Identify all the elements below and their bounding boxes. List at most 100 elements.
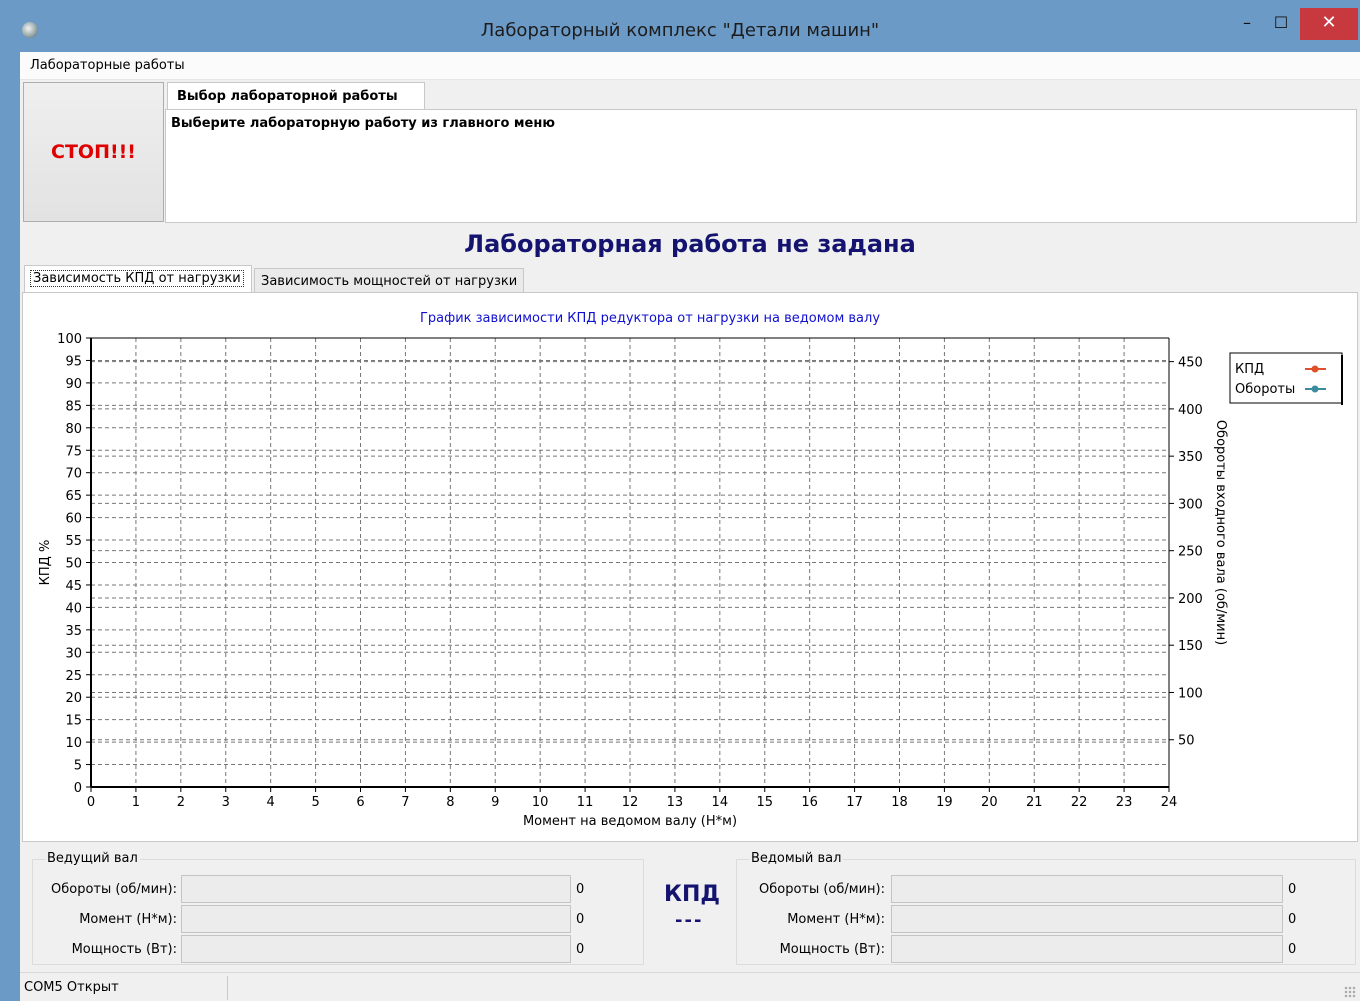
legend-marker [1311,385,1319,393]
y-tick-label: 40 [65,601,82,616]
y2-tick-label: 450 [1178,356,1203,371]
y-tick-label: 5 [74,759,82,774]
y-tick-label: 70 [65,467,82,482]
status-bar: COM5 Открыт [20,972,1360,1001]
y-tick-label: 35 [65,624,82,639]
lab-instruction-text: Выберите лабораторную работу из главного… [171,116,555,131]
menu-bar: Лабораторные работы [20,52,1360,80]
y-tick-label: 20 [65,691,82,706]
y-tick-label: 75 [65,444,82,459]
x-tick-label: 18 [891,795,908,810]
efficiency-chart[interactable]: График зависимости КПД редуктора от нагр… [23,293,1359,843]
driven-power-label: Мощность (Вт): [779,942,885,957]
legend-label: КПД [1235,362,1264,377]
client-area: Лабораторные работы СТОП!!! Выбор лабора… [20,52,1360,1001]
driven-shaft-title: Ведомый вал [749,851,844,866]
y-tick-label: 60 [65,512,82,527]
tab-efficiency-vs-load[interactable]: Зависимость КПД от нагрузки [24,265,252,293]
x-tick-label: 24 [1161,795,1178,810]
lab-status-heading: Лабораторная работа не задана [464,230,916,258]
y-tick-label: 30 [65,646,82,661]
drive-shaft-title: Ведущий вал [45,851,140,866]
x-tick-label: 16 [801,795,818,810]
drive-torque-field [181,905,571,933]
x-tick-label: 21 [1026,795,1043,810]
x-tick-label: 15 [756,795,773,810]
y2-tick-label: 300 [1178,497,1203,512]
x-tick-label: 6 [356,795,364,810]
port-status: COM5 Открыт [24,980,119,995]
driven-torque-value: 0 [1288,912,1297,927]
y-tick-label: 90 [65,377,82,392]
x-tick-label: 4 [267,795,275,810]
y-tick-label: 95 [65,354,82,369]
driven-power-field [891,935,1283,963]
drive-speed-label: Обороты (об/мин): [50,882,177,897]
y2-tick-label: 250 [1178,545,1203,560]
y-axis-label: КПД % [38,540,53,586]
driven-speed-label: Обороты (об/мин): [758,882,885,897]
y-tick-label: 85 [65,399,82,414]
y2-tick-label: 350 [1178,450,1203,465]
drive-torque-label: Момент (Н*м): [79,912,177,927]
tab-efficiency-label: Зависимость КПД от нагрузки [30,270,244,287]
y-tick-label: 50 [65,557,82,572]
y-tick-label: 45 [65,579,82,594]
title-bar[interactable]: Лабораторный комплекс "Детали машин" – ☐… [0,0,1360,52]
driven-shaft-group: Ведомый вал Обороты (об/мин): 0 Момент (… [736,851,1356,965]
y2-tick-label: 50 [1178,734,1195,749]
x-tick-label: 2 [177,795,185,810]
tab-power-vs-load[interactable]: Зависимость мощностей от нагрузки [254,268,524,293]
chart-panel: График зависимости КПД редуктора от нагр… [22,292,1358,842]
x-tick-label: 22 [1071,795,1088,810]
x-tick-label: 9 [491,795,499,810]
x-tick-label: 23 [1116,795,1133,810]
y-tick-label: 65 [65,489,82,504]
efficiency-label: КПД [664,882,720,907]
driven-power-value: 0 [1288,942,1297,957]
y-tick-label: 100 [57,332,82,347]
drive-power-value: 0 [576,942,585,957]
driven-speed-value: 0 [1288,882,1297,897]
menu-lab-works[interactable]: Лабораторные работы [30,58,185,73]
x-tick-label: 3 [222,795,230,810]
x-tick-label: 8 [446,795,454,810]
x-tick-label: 1 [132,795,140,810]
y2-axis-label: Обороты входного вала (об/мин) [1213,420,1228,645]
x-tick-label: 11 [577,795,594,810]
legend-label: Обороты [1235,382,1295,397]
minimize-button[interactable]: – [1232,10,1262,38]
y-tick-label: 55 [65,534,82,549]
tab-lab-selection[interactable]: Выбор лабораторной работы [167,82,425,110]
y2-tick-label: 100 [1178,686,1203,701]
driven-speed-field [891,875,1283,903]
stop-button[interactable]: СТОП!!! [23,82,164,222]
resize-grip-icon[interactable] [1344,986,1356,998]
drive-torque-value: 0 [576,912,585,927]
x-tick-label: 13 [667,795,684,810]
legend-marker [1311,365,1319,373]
x-tick-label: 5 [311,795,319,810]
drive-power-field [181,935,571,963]
x-tick-label: 20 [981,795,998,810]
y-tick-label: 10 [65,736,82,751]
x-tick-label: 19 [936,795,953,810]
x-tick-label: 14 [712,795,729,810]
drive-power-label: Мощность (Вт): [71,942,177,957]
status-divider [227,976,228,1000]
close-button[interactable]: ✕ [1300,8,1358,40]
y2-tick-label: 400 [1178,403,1203,418]
x-axis-label: Момент на ведомом валу (Н*м) [523,814,737,829]
y2-tick-label: 150 [1178,639,1203,654]
efficiency-value: --- [675,910,704,931]
y-tick-label: 80 [65,422,82,437]
driven-torque-label: Момент (Н*м): [787,912,885,927]
y-tick-label: 25 [65,669,82,684]
chart-title: График зависимости КПД редуктора от нагр… [420,311,880,326]
x-tick-label: 10 [532,795,549,810]
lab-selection-panel: Выберите лабораторную работу из главного… [165,109,1357,223]
driven-torque-field [891,905,1283,933]
x-tick-label: 12 [622,795,639,810]
window-title: Лабораторный комплекс "Детали машин" [480,20,880,41]
maximize-button[interactable]: ☐ [1266,10,1296,38]
